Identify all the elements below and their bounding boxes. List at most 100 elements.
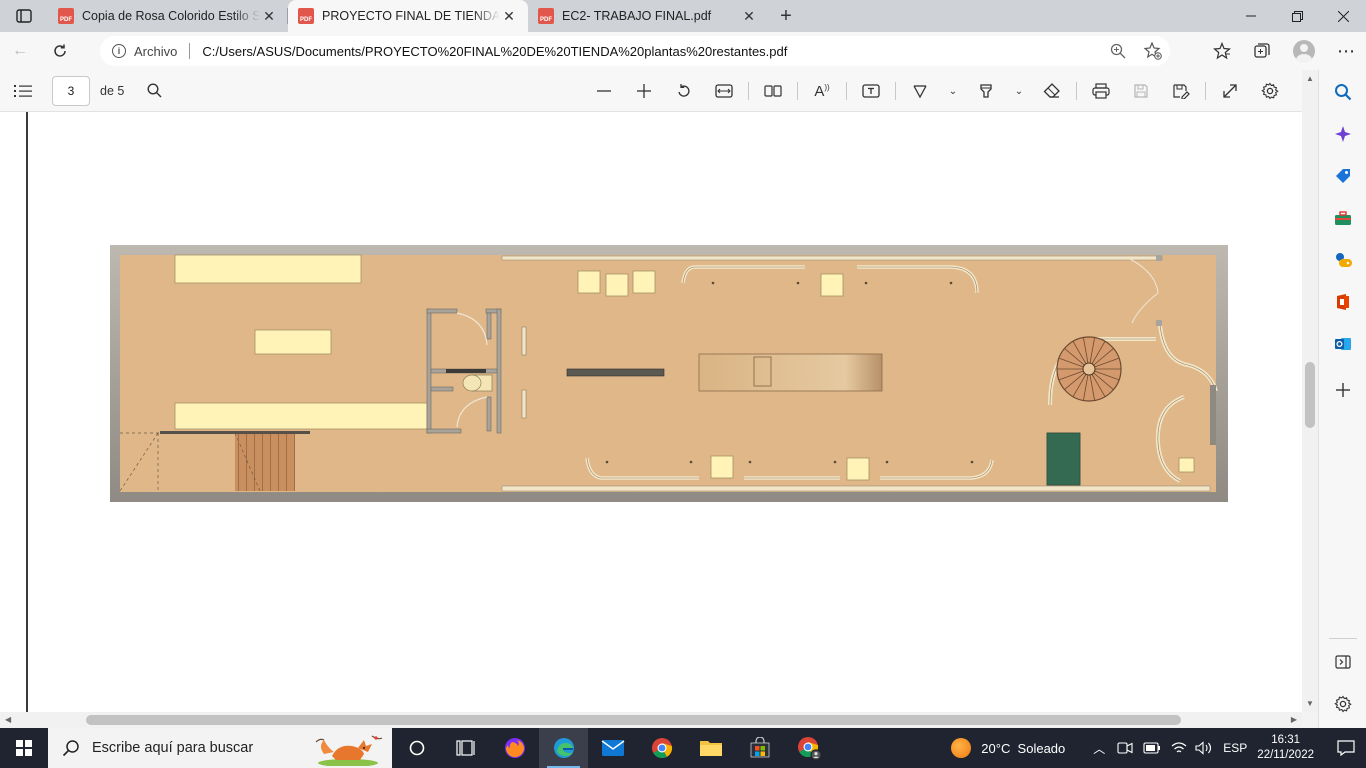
games-icon	[1336, 253, 1352, 267]
plus-icon	[637, 84, 651, 98]
sidebar-hide-button[interactable]	[1331, 650, 1355, 674]
sidebar-office-button[interactable]	[1331, 290, 1355, 314]
chevron-up-icon[interactable]: ︿	[1093, 740, 1105, 757]
add-text-button[interactable]	[851, 75, 891, 107]
restore-button[interactable]	[1274, 0, 1320, 32]
rotate-button[interactable]	[664, 75, 704, 107]
sidebar-tools-button[interactable]	[1331, 206, 1355, 230]
fit-width-button[interactable]	[704, 75, 744, 107]
sidebar-discover-button[interactable]	[1331, 122, 1355, 146]
find-button[interactable]	[144, 83, 164, 98]
sidebar-games-button[interactable]	[1331, 248, 1355, 272]
save-as-button[interactable]	[1161, 75, 1201, 107]
back-button[interactable]: ←	[0, 35, 40, 67]
add-favorite-icon[interactable]	[1144, 42, 1162, 60]
clock-date: 22/11/2022	[1257, 749, 1314, 761]
edge-sidebar	[1318, 70, 1366, 728]
taskbar-chrome-profile[interactable]	[784, 728, 833, 768]
office-icon	[1337, 294, 1349, 310]
clock[interactable]: 16:31 22/11/2022	[1257, 733, 1314, 763]
zoom-in-button[interactable]	[624, 75, 664, 107]
sun-icon[interactable]	[951, 738, 972, 758]
taskbar-store[interactable]	[735, 728, 784, 768]
taskbar-chrome[interactable]	[637, 728, 686, 768]
expand-icon	[1223, 84, 1237, 98]
print-button[interactable]	[1081, 75, 1121, 107]
display-cube	[710, 455, 734, 479]
sidebar-add-button[interactable]	[1331, 378, 1355, 402]
horizontal-scroll-thumb[interactable]	[86, 715, 1181, 725]
vertical-scrollbar[interactable]: ▲ ▼	[1302, 70, 1318, 712]
address-bar: ← i Archivo C:/Users/ASUS/Documents/PROY…	[0, 32, 1366, 70]
tab-close-icon[interactable]: ✕	[740, 7, 758, 25]
taskbar-mail[interactable]	[588, 728, 637, 768]
refresh-button[interactable]	[40, 35, 80, 67]
door-frame	[1156, 255, 1162, 261]
favorites-icon[interactable]	[1213, 42, 1231, 60]
tab-close-icon[interactable]: ✕	[500, 7, 518, 25]
tab-ec2-trabajo[interactable]: EC2- TRABAJO FINAL.pdf ✕	[528, 0, 768, 32]
weather-text[interactable]: 20°C Soleado	[981, 741, 1065, 756]
display-cube	[605, 273, 629, 297]
save-button[interactable]	[1121, 75, 1161, 107]
input-language[interactable]: ESP	[1223, 741, 1247, 755]
highlight-button[interactable]	[966, 75, 1006, 107]
panel-collapse-icon	[1335, 655, 1351, 669]
taskbar-task-view[interactable]	[441, 728, 490, 768]
scroll-up-icon[interactable]: ▲	[1302, 74, 1318, 83]
tab-close-icon[interactable]: ✕	[260, 7, 278, 25]
tab-copia-rosa[interactable]: Copia de Rosa Colorido Estilo Se ✕	[48, 0, 288, 32]
sidebar-settings-button[interactable]	[1331, 692, 1355, 716]
page-view-icon	[764, 85, 782, 97]
taskbar-file-explorer[interactable]	[686, 728, 735, 768]
pdf-settings-button[interactable]	[1250, 75, 1290, 107]
zoom-icon[interactable]	[1110, 43, 1126, 59]
profile-avatar[interactable]	[1293, 40, 1315, 62]
staircase	[235, 433, 295, 491]
store-floor-plan	[110, 245, 1228, 502]
collections-icon[interactable]	[1253, 42, 1271, 60]
task-view-button[interactable]	[392, 728, 441, 768]
url-text[interactable]: C:/Users/ASUS/Documents/PROYECTO%20FINAL…	[202, 44, 787, 59]
read-aloud-button[interactable]: A))	[802, 75, 842, 107]
plus-icon	[1336, 383, 1350, 397]
page-view-button[interactable]	[753, 75, 793, 107]
vertical-scroll-thumb[interactable]	[1305, 362, 1315, 428]
erase-button[interactable]	[1032, 75, 1072, 107]
wifi-icon[interactable]	[1171, 741, 1187, 755]
volume-icon[interactable]	[1195, 741, 1213, 755]
new-tab-button[interactable]: +	[768, 0, 804, 32]
horizontal-scrollbar[interactable]: ◀ ▶	[0, 712, 1302, 728]
pdf-document-viewport[interactable]	[0, 112, 1302, 712]
zoom-out-button[interactable]	[584, 75, 624, 107]
printer-icon	[1092, 83, 1110, 99]
meet-now-icon[interactable]	[1117, 741, 1133, 755]
close-window-button[interactable]	[1320, 0, 1366, 32]
draw-button[interactable]	[900, 75, 940, 107]
info-icon[interactable]: i	[112, 44, 126, 58]
more-options-icon[interactable]: ⋯	[1337, 41, 1356, 62]
fullscreen-button[interactable]	[1210, 75, 1250, 107]
scroll-down-icon[interactable]: ▼	[1302, 699, 1318, 708]
battery-icon[interactable]	[1143, 742, 1161, 754]
sidebar-search-button[interactable]	[1331, 80, 1355, 104]
page-number-input[interactable]: 3	[52, 75, 90, 106]
scroll-left-icon[interactable]: ◀	[5, 712, 11, 728]
taskbar-firefox[interactable]	[490, 728, 539, 768]
tab-actions-button[interactable]	[0, 0, 48, 32]
highlight-options-dropdown[interactable]: ⌄	[1006, 75, 1032, 107]
taskbar-search-box[interactable]: Escribe aquí para buscar	[48, 728, 392, 768]
gear-icon	[1334, 695, 1352, 713]
minimize-button[interactable]	[1228, 0, 1274, 32]
sidebar-outlook-button[interactable]	[1331, 332, 1355, 356]
sidebar-shopping-button[interactable]	[1331, 164, 1355, 188]
draw-options-dropdown[interactable]: ⌄	[940, 75, 966, 107]
taskbar-edge[interactable]	[539, 728, 588, 768]
start-button[interactable]	[0, 728, 48, 768]
tab-proyecto-final[interactable]: PROYECTO FINAL DE TIENDA pla ✕	[288, 0, 528, 32]
url-field[interactable]: i Archivo C:/Users/ASUS/Documents/PROYEC…	[100, 36, 1170, 66]
notifications-button[interactable]	[1326, 728, 1366, 768]
toolbar-divider	[846, 82, 847, 100]
scroll-right-icon[interactable]: ▶	[1291, 712, 1297, 728]
table-of-contents-button[interactable]	[0, 75, 46, 107]
